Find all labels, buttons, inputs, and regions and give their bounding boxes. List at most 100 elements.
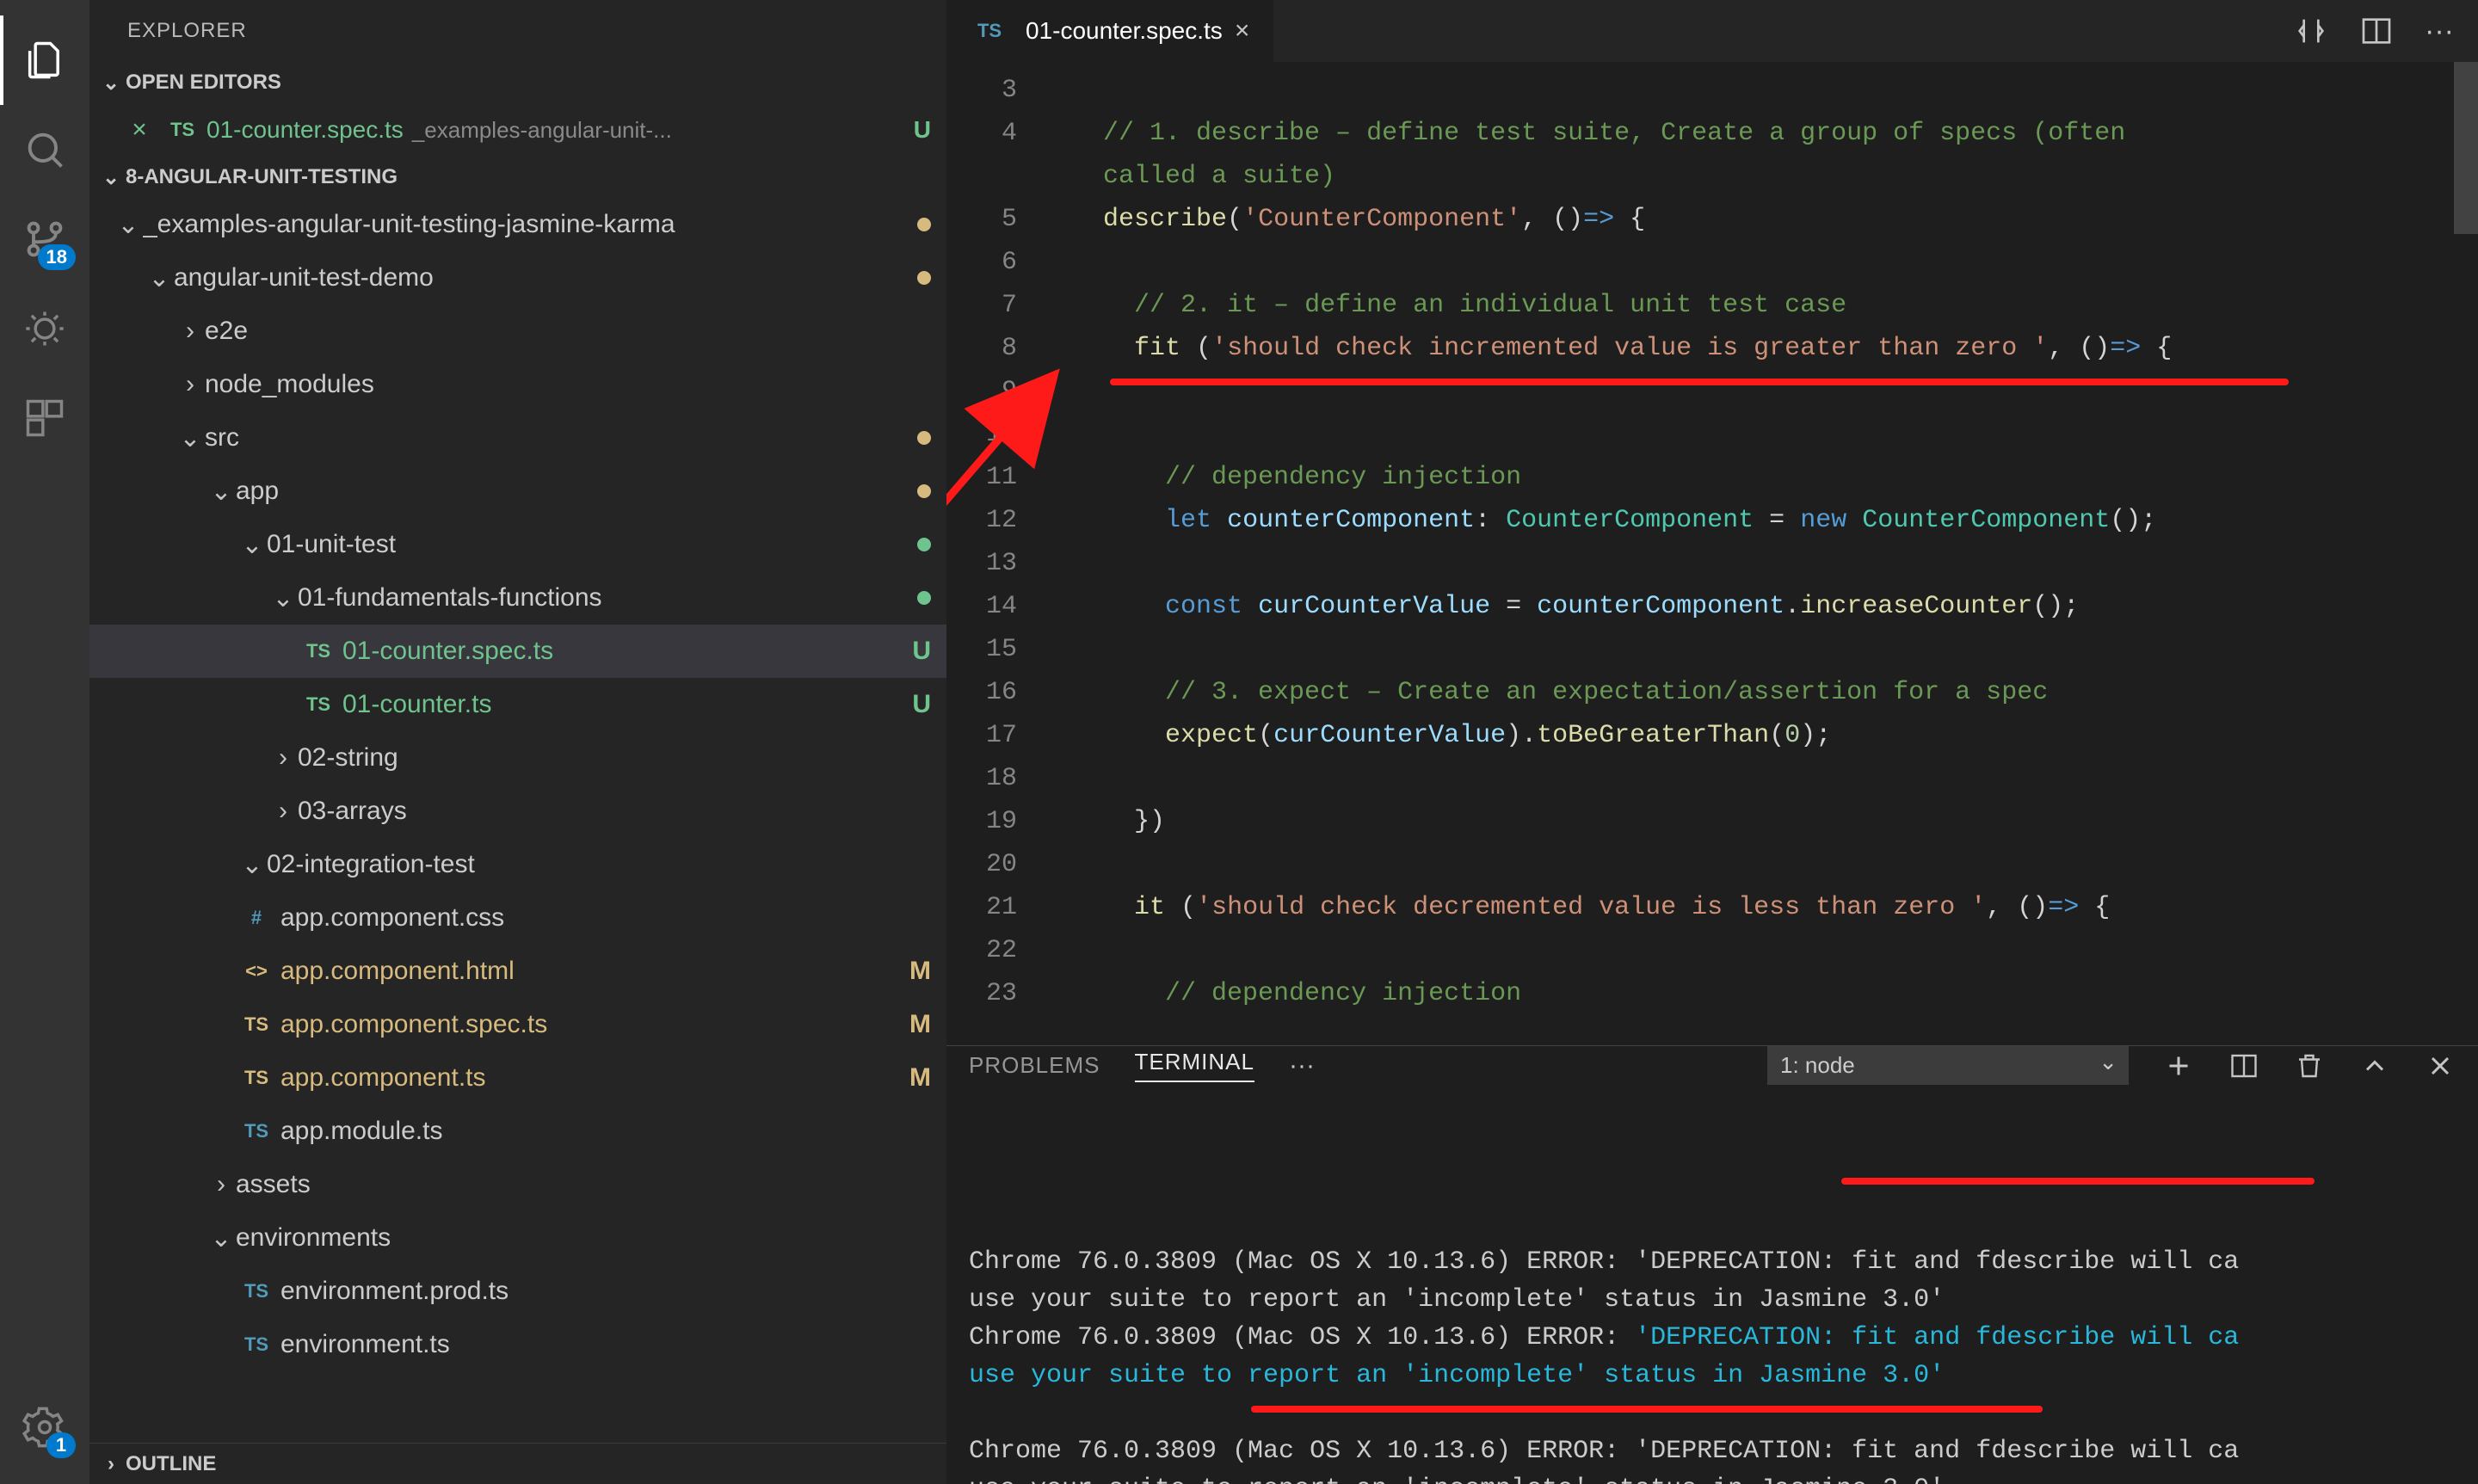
panel-tab-problems[interactable]: PROBLEMS (969, 1052, 1100, 1079)
bug-icon (22, 306, 67, 351)
tree-folder[interactable]: ›node_modules (89, 358, 946, 411)
tree-file[interactable]: #app.component.css (89, 891, 946, 945)
modified-dot-icon (917, 484, 931, 498)
tree-label: 02-integration-test (267, 850, 475, 879)
workspace-label: 8-ANGULAR-UNIT-TESTING (126, 165, 398, 189)
tree-label: app.component.css (280, 903, 504, 933)
chevron-down-icon: ⌄ (206, 1223, 236, 1253)
tree-folder[interactable]: ⌄_examples-angular-unit-testing-jasmine-… (89, 198, 946, 251)
ts-file-icon: TS (971, 20, 1008, 42)
ts-file-icon: TS (299, 640, 337, 662)
tree-label: app.module.ts (280, 1117, 442, 1146)
tree-file[interactable]: TS01-counter.spec.ts U (89, 625, 946, 678)
tree-folder[interactable]: ⌄angular-unit-test-demo (89, 251, 946, 305)
tree-file[interactable]: TSapp.component.spec.tsM (89, 998, 946, 1051)
tree-label: node_modules (205, 370, 374, 399)
git-status: M (909, 957, 931, 986)
activity-scm[interactable]: 18 (0, 194, 89, 284)
outline-header[interactable]: › OUTLINE (89, 1443, 946, 1484)
ts-file-icon: TS (163, 119, 201, 141)
settings-badge: 1 (46, 1432, 76, 1458)
tree-folder[interactable]: ⌄02-integration-test (89, 838, 946, 891)
chevron-right-icon: › (268, 797, 298, 826)
more-icon[interactable]: ··· (2425, 15, 2454, 48)
trash-icon[interactable] (2294, 1050, 2325, 1081)
tree-file[interactable]: TSenvironment.ts (89, 1318, 946, 1371)
activity-search[interactable] (0, 105, 89, 194)
scm-badge: 18 (38, 244, 76, 270)
chevron-right-icon: › (268, 743, 298, 773)
open-editor-name: 01-counter.spec.ts (206, 116, 404, 144)
tree-label: 01-counter.ts (342, 690, 491, 719)
terminal-line: Chrome 76.0.3809 (Mac OS X 10.13.6) ERRO… (969, 1319, 2456, 1357)
modified-dot-icon (917, 431, 931, 445)
panel-tab-terminal[interactable]: TERMINAL (1135, 1049, 1254, 1082)
chevron-up-icon[interactable] (2359, 1050, 2390, 1081)
ts-file-icon: TS (237, 1120, 275, 1142)
html-file-icon: <> (237, 960, 275, 982)
modified-dot-icon (917, 591, 931, 605)
tree-file[interactable]: TSapp.component.tsM (89, 1051, 946, 1105)
code-editor[interactable]: 34567891011121314151617181920212223 // 1… (946, 62, 2478, 1045)
tree-label: _examples-angular-unit-testing-jasmine-k… (143, 210, 675, 239)
close-icon[interactable] (2425, 1050, 2456, 1081)
close-icon[interactable]: × (1235, 16, 1250, 46)
tree-label: app.component.html (280, 957, 515, 986)
ts-file-icon: TS (237, 1333, 275, 1356)
chevron-down-icon: ⌄ (176, 423, 205, 453)
activity-explorer[interactable] (0, 15, 89, 105)
tree-file[interactable]: TSapp.module.ts (89, 1105, 946, 1158)
minimap[interactable] (2454, 62, 2478, 1045)
tree-folder[interactable]: ›03-arrays (89, 785, 946, 838)
open-editors-header[interactable]: ⌄ OPEN EDITORS (89, 62, 946, 103)
chevron-down-icon: ⌄ (96, 71, 126, 95)
tree-folder[interactable]: ⌄environments (89, 1211, 946, 1265)
terminal-select[interactable]: 1: node (1767, 1046, 2129, 1085)
line-gutter: 34567891011121314151617181920212223 (946, 62, 1041, 1045)
tree-folder[interactable]: ⌄src (89, 411, 946, 465)
ts-file-icon: TS (237, 1013, 275, 1036)
split-terminal-icon[interactable] (2228, 1050, 2259, 1081)
ts-file-icon: TS (237, 1280, 275, 1302)
workspace-header[interactable]: ⌄ 8-ANGULAR-UNIT-TESTING (89, 157, 946, 198)
tree-folder[interactable]: ⌄app (89, 465, 946, 518)
tab-active[interactable]: TS 01-counter.spec.ts × (946, 0, 1274, 62)
git-status: U (912, 637, 931, 666)
files-icon (22, 38, 67, 83)
tree-folder[interactable]: ›e2e (89, 305, 946, 358)
activity-debug[interactable] (0, 284, 89, 373)
tree-label: assets (236, 1170, 311, 1199)
terminal-line: Chrome 76.0.3809 (Mac OS X 10.13.6) ERRO… (969, 1243, 2456, 1281)
close-icon[interactable]: × (120, 115, 158, 145)
file-tree: ⌄ _examples-angular-unit-testing-jasmine-… (89, 198, 946, 1443)
tree-folder[interactable]: ⌄01-unit-test (89, 518, 946, 571)
tree-folder[interactable]: ›02-string (89, 731, 946, 785)
tree-file[interactable]: TSenvironment.prod.ts (89, 1265, 946, 1318)
terminal-line: Chrome 76.0.3809 (Mac OS X 10.13.6) ERRO… (969, 1432, 2456, 1470)
tree-folder[interactable]: ›assets (89, 1158, 946, 1211)
explorer-title: EXPLORER (89, 0, 946, 62)
plus-icon[interactable] (2163, 1050, 2194, 1081)
chevron-right-icon: › (176, 370, 205, 399)
terminal-output[interactable]: Chrome 76.0.3809 (Mac OS X 10.13.6) ERRO… (946, 1085, 2478, 1484)
open-editor-item[interactable]: × TS 01-counter.spec.ts _examples-angula… (89, 103, 946, 157)
tree-file[interactable]: <>app.component.html M (89, 945, 946, 998)
tab-actions: ··· (2294, 0, 2478, 62)
chevron-down-icon: ⌄ (268, 583, 298, 613)
activity-settings[interactable]: 1 (0, 1382, 89, 1472)
tree-label: environment.ts (280, 1330, 450, 1359)
tree-folder[interactable]: ⌄01-fundamentals-functions (89, 571, 946, 625)
tree-label: angular-unit-test-demo (174, 263, 434, 292)
explorer-sidebar: EXPLORER ⌄ OPEN EDITORS × TS 01-counter.… (89, 0, 946, 1484)
more-icon[interactable]: ··· (1289, 1051, 1315, 1081)
chevron-down-icon: ⌄ (206, 477, 236, 507)
activity-extensions[interactable] (0, 373, 89, 463)
minimap-thumb[interactable] (2454, 62, 2478, 234)
tree-file[interactable]: TS01-counter.tsU (89, 678, 946, 731)
split-editor-icon[interactable] (2359, 14, 2394, 48)
tree-label: 01-counter.spec.ts (342, 637, 553, 666)
tree-label: app (236, 477, 279, 506)
git-status: U (912, 690, 931, 719)
editor-area: TS 01-counter.spec.ts × ··· 345678910111… (946, 0, 2478, 1484)
compare-icon[interactable] (2294, 14, 2328, 48)
